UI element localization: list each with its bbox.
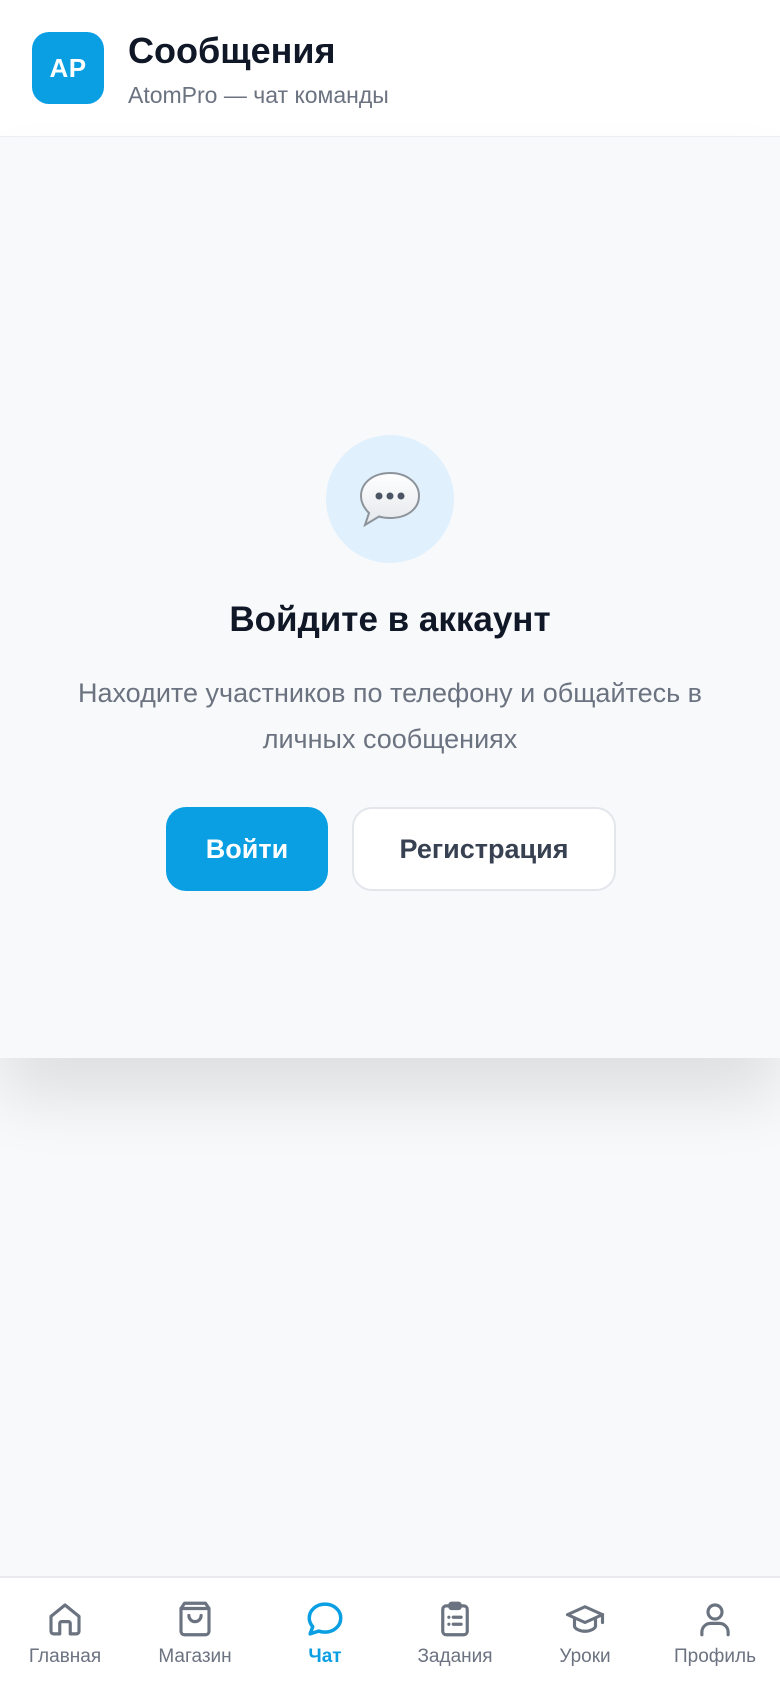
login-description: Находите участников по телефону и общайт… xyxy=(77,678,703,754)
shopping-bag-icon xyxy=(179,1601,211,1637)
app-logo: AP xyxy=(32,32,104,104)
nav-label: Задания xyxy=(417,1646,493,1667)
nav-label: Главная xyxy=(28,1646,102,1667)
clipboard-icon xyxy=(441,1601,469,1637)
register-button[interactable]: Регистрация xyxy=(352,807,616,891)
chat-icon xyxy=(307,1602,343,1636)
login-heading: Войдите в аккаунт xyxy=(229,600,551,639)
login-prompt-panel: Войдите в аккаунт Находите участников по… xyxy=(0,138,780,1058)
bottom-nav: Главная Магазин Чат Задания Уроки Профил… xyxy=(0,1576,780,1688)
nav-item-chat[interactable]: Чат xyxy=(260,1578,390,1688)
graduation-cap-icon xyxy=(565,1605,605,1633)
login-button[interactable]: Войти xyxy=(166,807,328,891)
header: AP Сообщения AtomPro — чат команды xyxy=(0,0,780,137)
nav-item-tasks[interactable]: Задания xyxy=(390,1578,520,1688)
page-subtitle: AtomPro — чат команды xyxy=(128,82,389,108)
page-title: Сообщения xyxy=(128,30,336,71)
home-icon xyxy=(49,1603,81,1636)
nav-label: Чат xyxy=(308,1646,342,1667)
nav-label: Магазин xyxy=(158,1646,232,1667)
app: AP Сообщения AtomPro — чат команды Войди… xyxy=(0,0,780,1688)
user-icon xyxy=(700,1603,730,1637)
nav-item-home[interactable]: Главная xyxy=(0,1578,130,1688)
nav-item-profile[interactable]: Профиль xyxy=(650,1578,780,1688)
nav-label: Уроки xyxy=(559,1646,611,1667)
nav-label: Профиль xyxy=(673,1646,757,1667)
nav-item-lessons[interactable]: Уроки xyxy=(520,1578,650,1688)
speech-bubble-icon xyxy=(326,435,454,563)
nav-item-shop[interactable]: Магазин xyxy=(130,1578,260,1688)
